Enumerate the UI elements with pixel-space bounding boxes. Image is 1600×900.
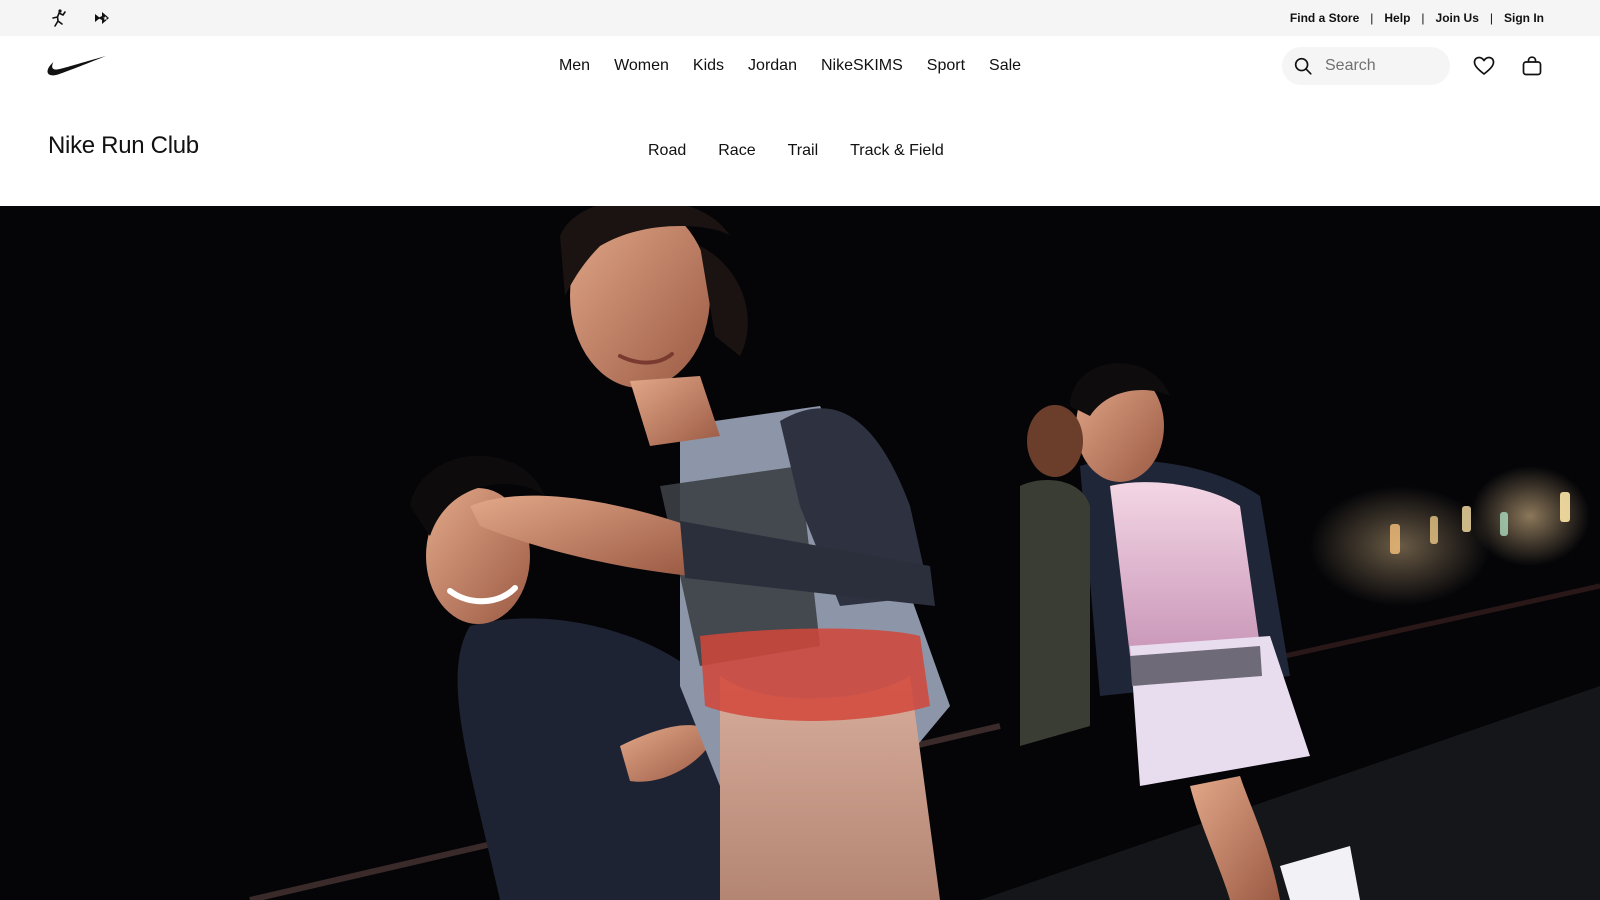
sub-nav-track-and-field[interactable]: Track & Field — [850, 142, 944, 160]
page-title: Nike Run Club — [48, 132, 199, 159]
search-icon[interactable] — [1291, 54, 1315, 78]
sub-nav-race[interactable]: Race — [718, 142, 755, 160]
nav-sport[interactable]: Sport — [927, 57, 965, 75]
sub-header: Nike Run Club Road Race Trail Track & Fi… — [0, 96, 1600, 206]
converse-icon[interactable] — [92, 7, 114, 29]
bag-icon[interactable] — [1518, 52, 1546, 80]
nav-sale[interactable]: Sale — [989, 57, 1021, 75]
jumpman-icon[interactable] — [48, 7, 70, 29]
main-header: Men Women Kids Jordan NikeSKIMS Sport Sa… — [0, 36, 1600, 96]
nav-women[interactable]: Women — [614, 57, 669, 75]
search-input[interactable] — [1325, 57, 1445, 75]
search-box[interactable] — [1282, 47, 1450, 85]
sign-in-link[interactable]: Sign In — [1504, 11, 1544, 25]
separator: | — [1489, 11, 1493, 25]
nav-jordan[interactable]: Jordan — [748, 57, 797, 75]
utility-bar: Find a Store | Help | Join Us | Sign In — [0, 0, 1600, 36]
nike-swoosh-logo[interactable] — [46, 54, 108, 78]
brand-icons — [48, 7, 114, 29]
separator: | — [1370, 11, 1374, 25]
hero-image[interactable] — [0, 206, 1600, 900]
sub-nav: Road Race Trail Track & Field — [648, 142, 944, 160]
separator: | — [1421, 11, 1425, 25]
find-a-store-link[interactable]: Find a Store — [1290, 11, 1359, 25]
nav-men[interactable]: Men — [559, 57, 590, 75]
help-link[interactable]: Help — [1384, 11, 1410, 25]
nav-kids[interactable]: Kids — [693, 57, 724, 75]
heart-icon[interactable] — [1470, 52, 1498, 80]
nav-nikeskims[interactable]: NikeSKIMS — [821, 57, 903, 75]
join-us-link[interactable]: Join Us — [1436, 11, 1479, 25]
sub-nav-road[interactable]: Road — [648, 142, 686, 160]
sub-nav-trail[interactable]: Trail — [788, 142, 819, 160]
header-actions — [1282, 47, 1546, 85]
utility-links: Find a Store | Help | Join Us | Sign In — [1290, 11, 1544, 25]
hero-illustration — [0, 206, 1600, 900]
